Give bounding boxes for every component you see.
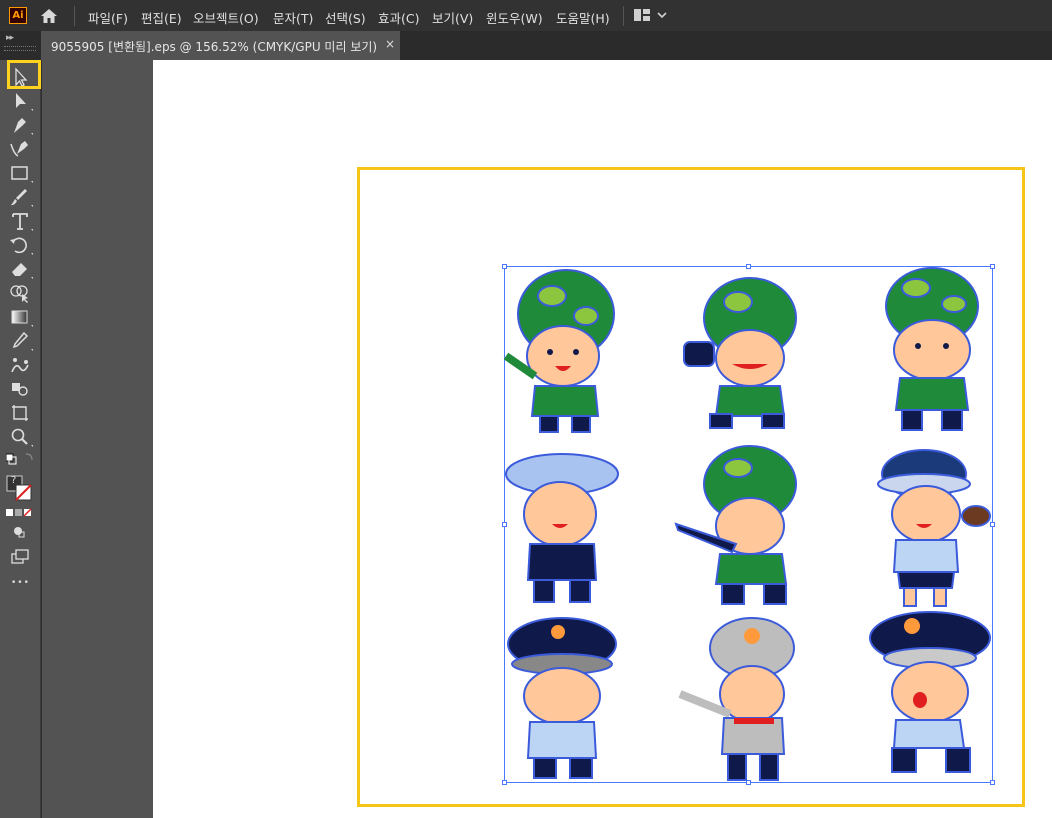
soldier-binoculars-illustration[interactable] <box>680 276 810 446</box>
menu-help[interactable]: 도움말(H) <box>556 8 610 27</box>
screen-mode[interactable] <box>6 546 34 568</box>
menu-file[interactable]: 파일(F) <box>88 8 128 27</box>
menu-effect[interactable]: 효과(C) <box>378 8 419 27</box>
swap-fill-stroke[interactable] <box>6 450 34 472</box>
soldier-pointing-illustration[interactable] <box>500 266 630 436</box>
shape-builder-icon <box>10 285 28 303</box>
fill-stroke-swatch[interactable]: ? <box>6 475 34 503</box>
screen-mode-icon <box>11 549 29 564</box>
shape-builder-tool[interactable] <box>6 282 34 304</box>
menu-separator <box>623 6 624 26</box>
document-tab-title: 9055905 [변환됨].eps @ 156.52% (CMYK/GPU 미리… <box>51 40 378 54</box>
fill-unknown-label: ? <box>11 475 17 486</box>
rotate-icon <box>10 237 33 255</box>
eraser-icon <box>12 263 33 279</box>
chevron-down-icon[interactable] <box>657 11 667 19</box>
policewoman-salute-illustration[interactable] <box>866 444 996 614</box>
symbol-sprayer-icon <box>12 383 28 396</box>
rectangle-icon <box>11 166 33 183</box>
close-icon[interactable]: × <box>385 37 395 51</box>
draw-mode-icon <box>14 527 25 538</box>
zoom-tool[interactable] <box>6 426 34 448</box>
app-logo: Ai <box>9 7 27 24</box>
gradient-icon <box>11 310 33 327</box>
gradient-tool[interactable] <box>6 306 34 328</box>
menu-separator <box>74 6 75 26</box>
collapse-panel-icon[interactable]: ▸▸ <box>6 33 14 43</box>
menu-type[interactable]: 문자(T) <box>273 8 313 27</box>
police-officer-salute-illustration[interactable] <box>500 614 630 784</box>
menu-view[interactable]: 보기(V) <box>432 8 473 27</box>
selection-tool[interactable] <box>6 60 41 89</box>
blend-tool[interactable] <box>6 354 34 376</box>
menu-edit[interactable]: 편집(E) <box>141 8 182 27</box>
eraser-tool[interactable] <box>6 258 34 280</box>
workspace-layout-icon[interactable] <box>634 9 650 21</box>
menu-window[interactable]: 윈도우(W) <box>486 8 543 27</box>
home-icon[interactable] <box>38 6 60 26</box>
resize-handle-br[interactable] <box>990 780 995 785</box>
soldier-standing-illustration[interactable] <box>866 266 996 436</box>
eyedropper-tool[interactable] <box>6 330 34 352</box>
type-icon <box>12 213 33 231</box>
student-cap-illustration[interactable] <box>500 440 630 610</box>
document-tab[interactable]: 9055905 [변환됨].eps @ 156.52% (CMYK/GPU 미리… <box>41 31 400 60</box>
edit-toolbar[interactable]: ••• <box>6 576 34 598</box>
direct-selection-icon <box>16 93 33 111</box>
rotate-tool[interactable] <box>6 234 34 256</box>
type-tool[interactable] <box>6 210 34 232</box>
artboard-icon <box>12 405 28 421</box>
curvature-pen-icon <box>10 141 28 157</box>
eyedropper-icon <box>12 331 33 351</box>
puppet-warp-icon <box>11 358 29 373</box>
rectangle-tool[interactable] <box>6 162 34 184</box>
draw-modes[interactable] <box>6 524 34 546</box>
live-paint-tool[interactable] <box>6 378 34 400</box>
menu-object[interactable]: 오브젝트(O) <box>193 8 259 27</box>
document-tab-bar: ▸▸ 9055905 [변환됨].eps @ 156.52% (CMYK/GPU… <box>0 31 1052 60</box>
police-whistle-running-illustration[interactable] <box>866 610 996 780</box>
menu-select[interactable]: 선택(S) <box>325 8 366 27</box>
paintbrush-icon <box>11 189 33 207</box>
pen-tool[interactable] <box>6 114 34 136</box>
pasteboard <box>41 60 153 818</box>
paintbrush-tool[interactable] <box>6 186 34 208</box>
menu-bar: Ai 파일(F) 편집(E) 오브젝트(O) 문자(T) 선택(S) 효과(C)… <box>0 0 1052 31</box>
direct-selection-tool[interactable] <box>6 90 34 112</box>
curvature-tool[interactable] <box>6 138 34 160</box>
tools-panel: ? ••• <box>0 60 41 818</box>
toolbar-grip[interactable] <box>4 46 36 51</box>
default-colors-icon <box>6 453 33 465</box>
soldier-rifle-illustration[interactable] <box>674 444 806 614</box>
artboard-tool[interactable] <box>6 402 34 424</box>
pen-icon <box>14 118 33 135</box>
tool-highlight <box>7 60 41 89</box>
more-tools-icon: ••• <box>11 578 30 588</box>
firefighter-pointing-illustration[interactable] <box>678 614 810 784</box>
zoom-icon <box>11 428 33 447</box>
resize-handle-t[interactable] <box>746 264 751 269</box>
